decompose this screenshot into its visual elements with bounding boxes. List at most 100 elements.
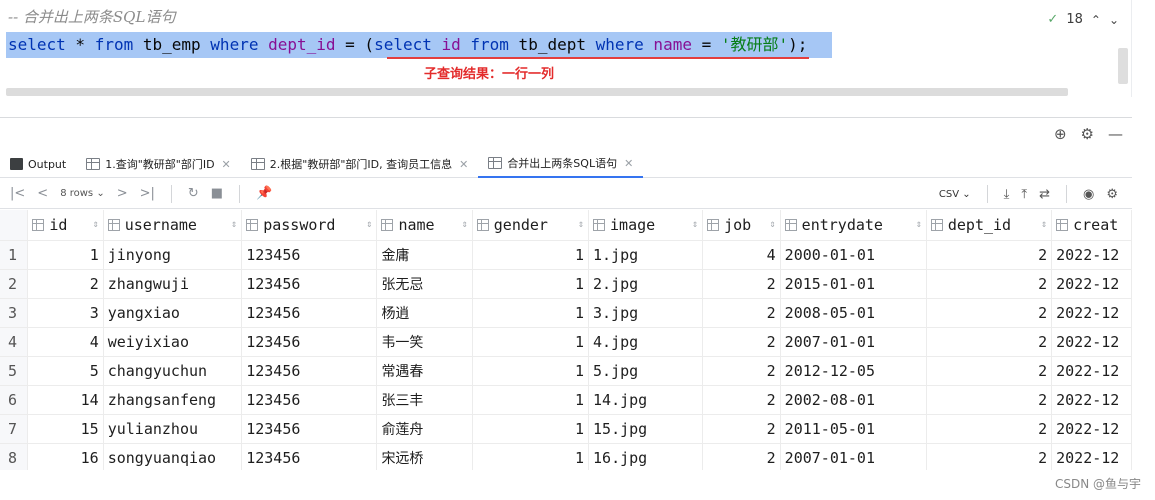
cell-gender[interactable]: 1 [472, 356, 590, 386]
cell-dept-id[interactable]: 2 [926, 385, 1053, 415]
column-header-dept_id[interactable]: dept_id ⇕ [926, 210, 1053, 241]
next-page-icon[interactable]: > [117, 186, 128, 201]
cell-password[interactable]: 123456 [241, 298, 378, 328]
stop-icon[interactable]: ■ [211, 186, 223, 201]
cell-password[interactable]: 123456 [241, 443, 378, 470]
gear-icon[interactable]: ⚙ [1081, 125, 1094, 143]
cell-dept-id[interactable]: 2 [926, 414, 1053, 444]
cell-id[interactable]: 1 [27, 240, 104, 270]
cell-name[interactable]: 张无忌 [376, 269, 473, 299]
row-number[interactable]: 7 [0, 414, 29, 444]
cell-id[interactable]: 14 [27, 385, 104, 415]
cell-entrydate[interactable]: 2008-05-01 [780, 298, 927, 328]
cell-create[interactable]: 2022-12 [1051, 298, 1132, 328]
cell-dept-id[interactable]: 2 [926, 443, 1053, 470]
cell-password[interactable]: 123456 [241, 327, 378, 357]
cell-dept-id[interactable]: 2 [926, 356, 1053, 386]
first-page-icon[interactable]: |< [10, 186, 25, 201]
cell-image[interactable]: 15.jpg [588, 414, 704, 444]
column-header-username[interactable]: username ⇕ [103, 210, 243, 241]
column-header-job[interactable]: job ⇕ [702, 210, 781, 241]
column-header-gender[interactable]: gender ⇕ [472, 210, 590, 241]
table-row[interactable]: 1 1 jinyong 123456 金庸 1 1.jpg 4 2000-01-01 2 2022-… [0, 240, 1132, 270]
chevron-up-icon[interactable]: ⌃ [1091, 13, 1101, 27]
cell-password[interactable]: 123456 [241, 240, 378, 270]
row-number[interactable]: 6 [0, 385, 29, 415]
cell-job[interactable]: 4 [702, 240, 781, 270]
cell-create[interactable]: 2022-12 [1051, 385, 1132, 415]
cell-create[interactable]: 2022-12 [1051, 327, 1132, 357]
cell-name[interactable]: 俞莲舟 [376, 414, 473, 444]
sort-icon[interactable]: ⇕ [578, 219, 584, 230]
cell-id[interactable]: 15 [27, 414, 104, 444]
sort-icon[interactable]: ⇕ [462, 219, 468, 230]
cell-name[interactable]: 宋远桥 [376, 443, 473, 470]
cell-create[interactable]: 2022-12 [1051, 240, 1132, 270]
table-row[interactable]: 5 5 changyuchun 123456 常遇春 1 5.jpg 2 2012-12-05 2… [0, 356, 1132, 386]
cell-gender[interactable]: 1 [472, 240, 590, 270]
tab-output[interactable]: Output [0, 150, 76, 178]
tab-query-3[interactable]: 合并出上两条SQL语句 ✕ [478, 150, 644, 178]
cell-id[interactable]: 4 [27, 327, 104, 357]
row-number[interactable]: 1 [0, 240, 29, 270]
cell-gender[interactable]: 1 [472, 327, 590, 357]
cell-dept-id[interactable]: 2 [926, 269, 1053, 299]
table-row[interactable]: 7 15 yulianzhou 123456 俞莲舟 1 15.jpg 2 2011-05-01… [0, 414, 1132, 444]
row-count[interactable]: 8 rows ⌄ [60, 188, 105, 199]
cell-create[interactable]: 2022-12 [1051, 356, 1132, 386]
refresh-icon[interactable]: ↻ [188, 186, 199, 201]
column-header-creat[interactable]: creat [1051, 210, 1132, 241]
cell-dept-id[interactable]: 2 [926, 327, 1053, 357]
cell-image[interactable]: 2.jpg [588, 269, 704, 299]
download-icon[interactable]: ⤓ [1004, 187, 1010, 202]
sort-icon[interactable]: ⇕ [692, 219, 698, 230]
export-format-dropdown[interactable]: CSV ⌄ [939, 189, 971, 200]
sort-icon[interactable]: ⇕ [93, 219, 99, 230]
cell-id[interactable]: 16 [27, 443, 104, 470]
row-number[interactable]: 5 [0, 356, 29, 386]
cell-name[interactable]: 韦一笑 [376, 327, 473, 357]
cell-username[interactable]: yulianzhou [103, 414, 243, 444]
sort-icon[interactable]: ⇕ [1041, 219, 1047, 230]
table-row[interactable]: 2 2 zhangwuji 123456 张无忌 1 2.jpg 2 2015-01-01 2 20… [0, 269, 1132, 299]
cell-gender[interactable]: 1 [472, 414, 590, 444]
cell-job[interactable]: 2 [702, 327, 781, 357]
cell-entrydate[interactable]: 2015-01-01 [780, 269, 927, 299]
cell-username[interactable]: yangxiao [103, 298, 243, 328]
table-row[interactable]: 6 14 zhangsanfeng 123456 张三丰 1 14.jpg 2 2002-08-… [0, 385, 1132, 415]
column-header-entrydate[interactable]: entrydate ⇕ [780, 210, 927, 241]
table-row[interactable]: 3 3 yangxiao 123456 杨逍 1 3.jpg 2 2008-05-01 2 2022… [0, 298, 1132, 328]
row-number[interactable]: 8 [0, 443, 29, 470]
cell-username[interactable]: zhangwuji [103, 269, 243, 299]
cell-create[interactable]: 2022-12 [1051, 443, 1132, 470]
cell-username[interactable]: jinyong [103, 240, 243, 270]
sort-icon[interactable]: ⇕ [231, 219, 237, 230]
cell-image[interactable]: 16.jpg [588, 443, 704, 470]
cell-gender[interactable]: 1 [472, 385, 590, 415]
minimize-icon[interactable]: — [1108, 125, 1123, 143]
cell-entrydate[interactable]: 2007-01-01 [780, 443, 927, 470]
tab-query-2[interactable]: 2.根据"教研部"部门ID, 查询员工信息 ✕ [241, 150, 479, 178]
eye-icon[interactable]: ◉ [1083, 187, 1094, 202]
column-header-password[interactable]: password ⇕ [241, 210, 378, 241]
row-number[interactable]: 2 [0, 269, 29, 299]
cell-gender[interactable]: 1 [472, 298, 590, 328]
close-icon[interactable]: ✕ [624, 157, 633, 170]
upload-icon[interactable]: ⤒ [1021, 187, 1027, 202]
cell-password[interactable]: 123456 [241, 356, 378, 386]
cell-create[interactable]: 2022-12 [1051, 414, 1132, 444]
column-header-name[interactable]: name ⇕ [376, 210, 473, 241]
cell-entrydate[interactable]: 2000-01-01 [780, 240, 927, 270]
cell-gender[interactable]: 1 [472, 269, 590, 299]
row-number[interactable]: 3 [0, 298, 29, 328]
last-page-icon[interactable]: >| [140, 186, 155, 201]
cell-password[interactable]: 123456 [241, 414, 378, 444]
editor-horizontal-scrollbar[interactable] [6, 88, 1068, 96]
cell-job[interactable]: 2 [702, 443, 781, 470]
inspection-widget[interactable]: ✓ 18 ⌃ ⌄ [1047, 12, 1119, 27]
cell-job[interactable]: 2 [702, 385, 781, 415]
cell-username[interactable]: songyuanqiao [103, 443, 243, 470]
cell-entrydate[interactable]: 2012-12-05 [780, 356, 927, 386]
result-grid[interactable]: id ⇕ username ⇕ password ⇕ name ⇕ gender ⇕ image ⇕ j… [0, 210, 1132, 470]
cell-username[interactable]: zhangsanfeng [103, 385, 243, 415]
